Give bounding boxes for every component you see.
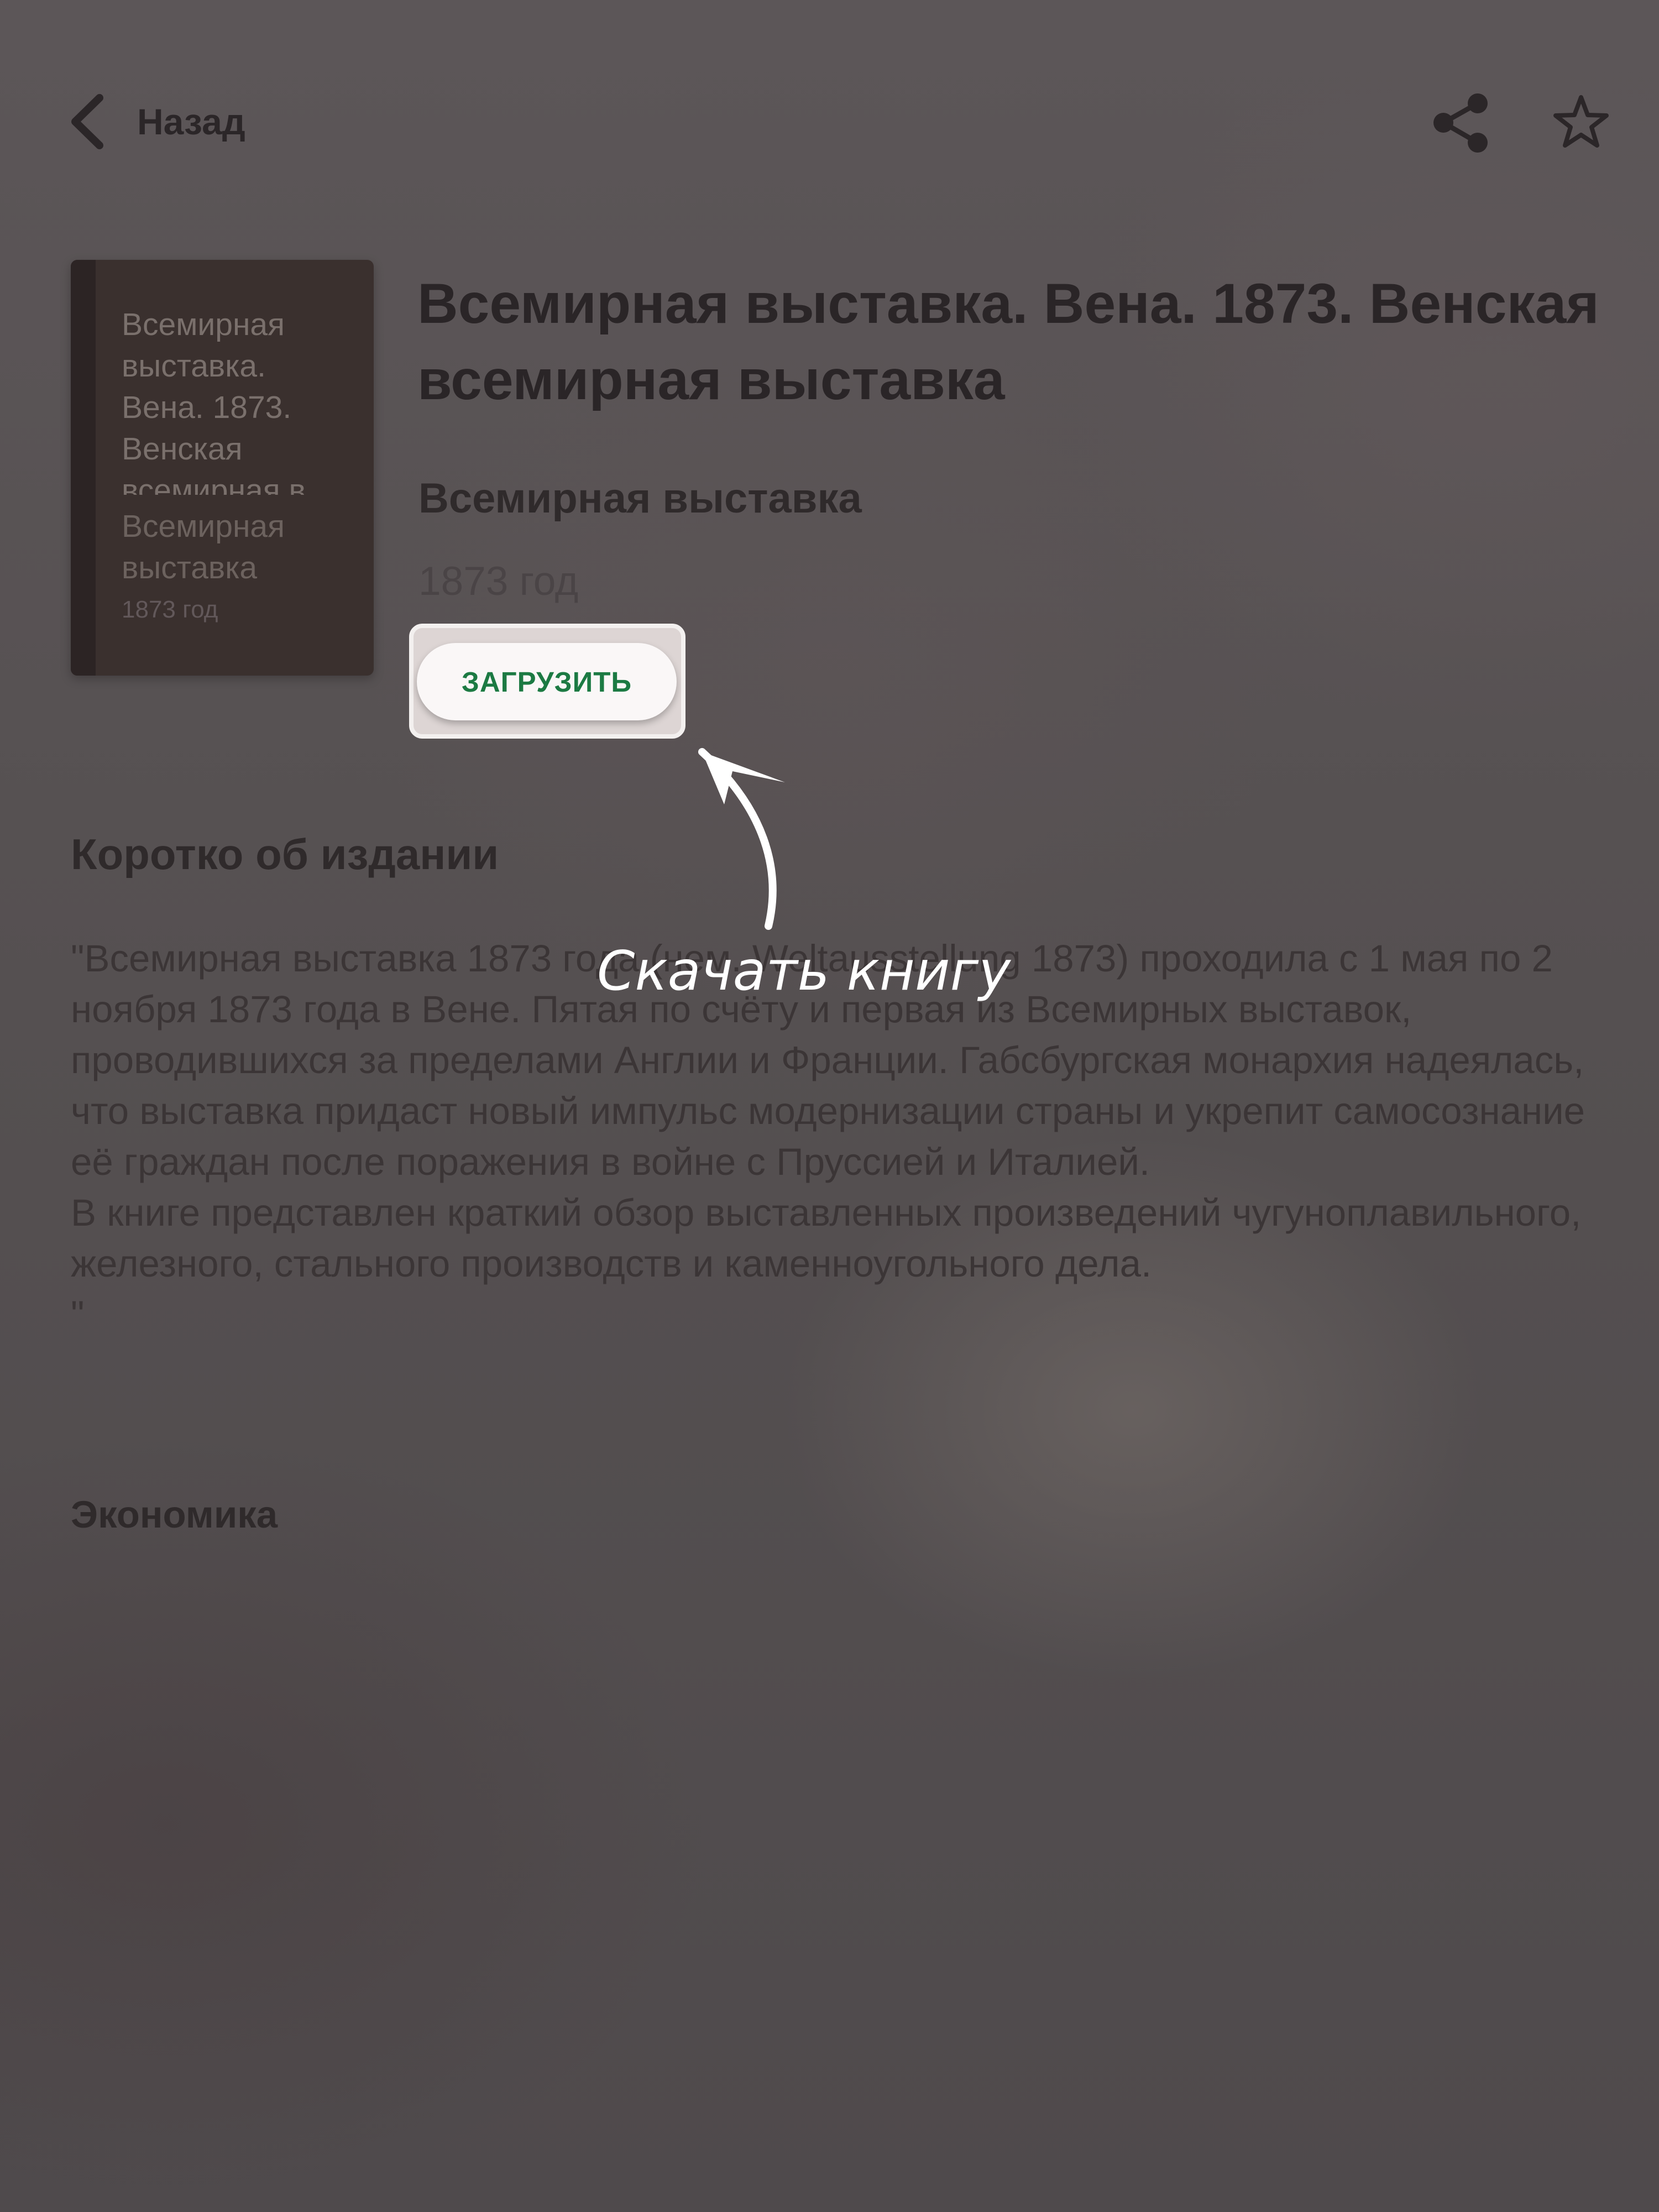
download-callout: Скачать книгу	[597, 940, 1011, 1003]
back-button[interactable]: Назад	[65, 91, 245, 152]
category-label[interactable]: Экономика	[71, 1493, 278, 1536]
cover-series: Всемирная выставка	[122, 509, 285, 585]
about-heading: Коротко об издании	[71, 830, 499, 878]
callout-arrow-icon	[698, 748, 785, 930]
chevron-left-icon	[71, 94, 103, 149]
book-series[interactable]: Всемирная выставка	[418, 474, 862, 522]
book-title: Всемирная выставка. Вена. 1873. Венская …	[417, 272, 1599, 411]
cover-year: 1873 год	[122, 596, 218, 623]
top-bar: Назад	[0, 0, 1659, 232]
star-icon[interactable]	[1553, 94, 1609, 149]
book-cover: Всемирная выставка. Вена. 1873. Венская …	[71, 260, 374, 676]
cover-spine	[71, 260, 96, 676]
book-year: 1873 год	[418, 559, 579, 604]
cover-title: Всемирная выставка. Вена. 1873. Венская …	[122, 307, 332, 495]
download-button[interactable]: ЗАГРУЗИТЬ	[417, 643, 677, 720]
share-icon[interactable]	[1429, 91, 1493, 155]
back-label: Назад	[137, 101, 245, 142]
